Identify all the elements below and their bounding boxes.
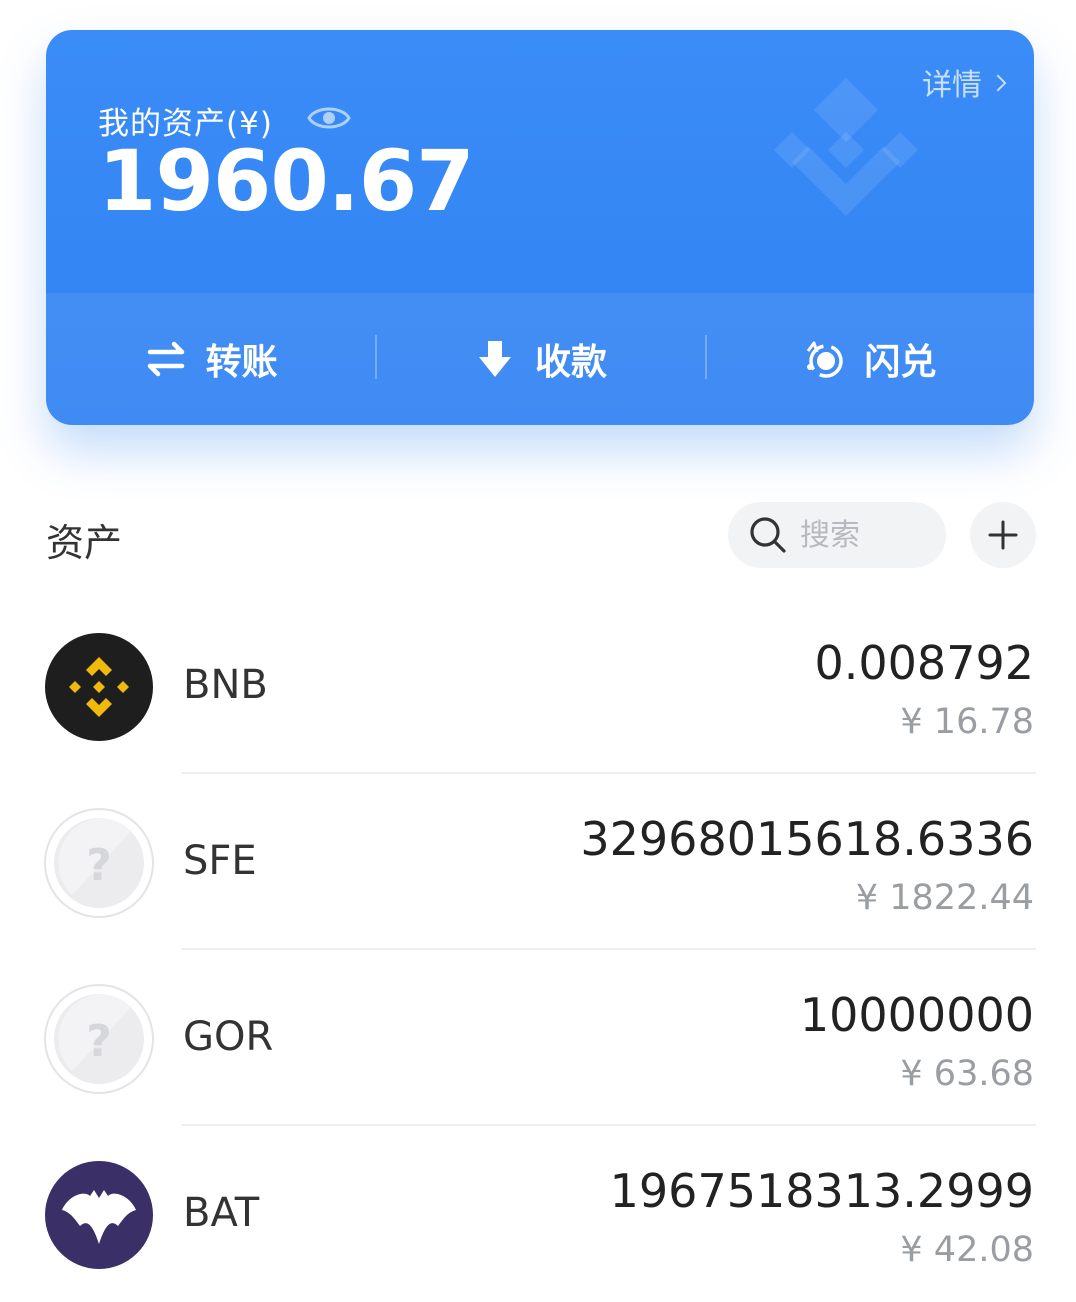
bnb-logo-icon (45, 633, 153, 741)
assets-section-title: 资产 (46, 521, 123, 565)
asset-row-gor[interactable]: ? GOR 10000000 ¥ 63.68 (0, 950, 1076, 1126)
unknown-token-icon: ? (44, 808, 154, 918)
asset-summary-card: 我的资产(¥) 1960.67 详情 转账 收款 闪兑 (46, 30, 1034, 425)
transfer-icon (147, 341, 184, 377)
eye-icon[interactable] (306, 102, 352, 134)
swap-label: 闪兑 (864, 342, 937, 383)
binance-watermark-icon (774, 78, 918, 216)
details-link[interactable]: 详情 (922, 60, 1007, 104)
plus-icon (988, 520, 1018, 550)
svg-text:?: ? (86, 1016, 112, 1067)
receive-button[interactable]: 收款 (375, 293, 704, 425)
token-fiat-value: ¥ 42.08 (900, 1230, 1034, 1270)
asset-list: BNB 0.008792 ¥ 16.78 ? SFE 32968015618.6… (0, 598, 1076, 1302)
swap-icon (807, 341, 844, 378)
total-assets-value: 1960.67 (98, 132, 475, 230)
chevron-right-icon (989, 74, 1007, 92)
token-amount: 10000000 (799, 988, 1034, 1042)
token-symbol: GOR (183, 1014, 274, 1060)
token-amount: 32968015618.6336 (580, 812, 1034, 866)
token-symbol: BNB (183, 662, 268, 708)
token-amount: 0.008792 (814, 636, 1035, 690)
token-fiat-value: ¥ 16.78 (900, 702, 1034, 742)
token-fiat-value: ¥ 63.68 (900, 1054, 1034, 1094)
search-input[interactable] (800, 517, 930, 553)
download-icon (478, 341, 511, 377)
receive-label: 收款 (534, 342, 607, 383)
token-symbol: SFE (183, 838, 257, 884)
transfer-button[interactable]: 转账 (46, 293, 375, 425)
token-symbol: BAT (183, 1190, 260, 1236)
swap-button[interactable]: 闪兑 (704, 293, 1034, 425)
search-icon (750, 517, 786, 553)
svg-text:?: ? (86, 840, 112, 891)
token-amount: 1967518313.2999 (609, 1164, 1034, 1218)
card-actions: 转账 收款 闪兑 (46, 293, 1034, 425)
asset-row-bnb[interactable]: BNB 0.008792 ¥ 16.78 (0, 598, 1076, 774)
unknown-token-icon: ? (44, 984, 154, 1094)
search-box[interactable] (728, 502, 946, 568)
transfer-label: 转账 (205, 342, 278, 383)
bat-logo-icon (45, 1161, 153, 1269)
asset-row-bat[interactable]: BAT 1967518313.2999 ¥ 42.08 (0, 1126, 1076, 1302)
asset-row-sfe[interactable]: ? SFE 32968015618.6336 ¥ 1822.44 (0, 774, 1076, 950)
token-fiat-value: ¥ 1822.44 (855, 878, 1034, 918)
add-token-button[interactable] (970, 502, 1036, 568)
details-label: 详情 (922, 68, 982, 103)
